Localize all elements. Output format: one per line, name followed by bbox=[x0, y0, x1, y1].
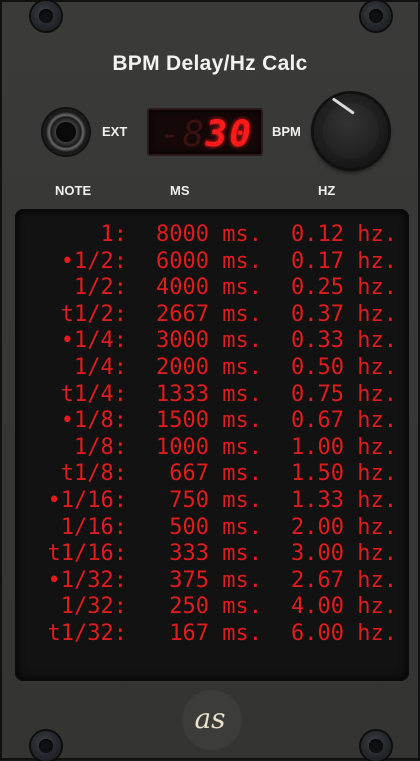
hz-cell: 0.12 hz. bbox=[291, 222, 397, 247]
screw-icon bbox=[31, 731, 61, 761]
ms-cell: 2667 ms. bbox=[156, 301, 262, 327]
ms-cell: 2000 ms. bbox=[156, 355, 262, 380]
hz-cell: 3.00 hz. bbox=[291, 541, 397, 567]
note-cell: •1/8: bbox=[60, 408, 127, 434]
table-row: t1/4: 1333 ms. 0.75 hz. bbox=[17, 382, 407, 409]
ms-cell: 1500 ms. bbox=[156, 408, 262, 434]
ms-cell: 333 ms. bbox=[169, 541, 262, 567]
hz-cell: 1.33 hz. bbox=[291, 488, 397, 513]
hz-cell: 2.67 hz. bbox=[291, 567, 397, 593]
table-row: t1/16: 333 ms. 3.00 hz. bbox=[17, 541, 407, 568]
note-cell: t1/8: bbox=[60, 461, 127, 487]
hz-cell: 0.17 hz. bbox=[291, 248, 397, 274]
bpm-led-ghost-digits: -8 bbox=[159, 114, 207, 155]
table-row: •1/16: 750 ms. 1.33 hz. bbox=[17, 488, 407, 515]
ms-column-header: MS bbox=[170, 183, 190, 198]
bpm-led-display: -8 30 bbox=[147, 108, 263, 156]
ms-cell: 167 ms. bbox=[169, 621, 262, 646]
table-row: 1/8: 1000 ms. 1.00 hz. bbox=[17, 435, 407, 462]
module-panel: BPM Delay/Hz Calc EXT -8 30 BPM NOTE MS … bbox=[0, 0, 420, 761]
hz-cell: 4.00 hz. bbox=[291, 594, 397, 620]
table-row: 1/2: 4000 ms. 0.25 hz. bbox=[17, 275, 407, 302]
hz-cell: 0.25 hz. bbox=[291, 275, 397, 301]
bpm-label: BPM bbox=[272, 124, 301, 139]
bpm-led-value: 30 bbox=[205, 114, 253, 155]
note-column-header: NOTE bbox=[55, 183, 92, 198]
ms-cell: 750 ms. bbox=[169, 488, 262, 513]
ms-cell: 1333 ms. bbox=[156, 381, 262, 407]
table-row: •1/2: 6000 ms. 0.17 hz. bbox=[17, 249, 407, 276]
note-cell: 1/8: bbox=[74, 434, 127, 460]
table-row: •1/4: 3000 ms. 0.33 hz. bbox=[17, 328, 407, 355]
hz-cell: 0.50 hz. bbox=[291, 355, 397, 380]
table-row: •1/32: 375 ms. 2.67 hz. bbox=[17, 568, 407, 595]
note-cell: 1/2: bbox=[74, 275, 127, 301]
table-row: t1/2: 2667 ms. 0.37 hz. bbox=[17, 302, 407, 329]
ext-input-jack[interactable] bbox=[43, 109, 89, 155]
table-row: 1/16: 500 ms. 2.00 hz. bbox=[17, 515, 407, 542]
brand-logo: as bbox=[194, 702, 226, 735]
note-cell: t1/4: bbox=[60, 381, 127, 407]
hz-cell: 2.00 hz. bbox=[291, 514, 397, 540]
screw-icon bbox=[31, 1, 61, 31]
note-cell: 1/16: bbox=[60, 514, 127, 540]
module-title: BPM Delay/Hz Calc bbox=[112, 52, 308, 75]
hz-cell: 0.33 hz. bbox=[291, 328, 397, 354]
screw-icon bbox=[361, 1, 391, 31]
hz-cell: 6.00 hz. bbox=[291, 621, 397, 646]
ms-cell: 3000 ms. bbox=[156, 328, 262, 354]
bpm-knob[interactable] bbox=[314, 94, 388, 168]
table-row: 1: 8000 ms. 0.12 hz. bbox=[17, 222, 407, 249]
note-cell: t1/2: bbox=[60, 301, 127, 327]
table-row: •1/8: 1500 ms. 0.67 hz. bbox=[17, 408, 407, 435]
ext-label: EXT bbox=[102, 124, 128, 139]
note-cell: •1/2: bbox=[60, 248, 127, 274]
ms-cell: 500 ms. bbox=[169, 514, 262, 540]
note-cell: 1/32: bbox=[60, 594, 127, 620]
hz-cell: 0.75 hz. bbox=[291, 381, 397, 407]
screw-icon bbox=[361, 731, 391, 761]
note-cell: •1/16: bbox=[47, 488, 127, 513]
table-row: t1/32: 167 ms. 6.00 hz. bbox=[17, 621, 407, 648]
hz-cell: 1.50 hz. bbox=[291, 461, 397, 487]
ms-cell: 6000 ms. bbox=[156, 248, 262, 274]
note-cell: 1: bbox=[100, 222, 128, 247]
hz-cell: 0.37 hz. bbox=[291, 301, 397, 327]
note-cell: •1/4: bbox=[60, 328, 127, 354]
ms-cell: 1000 ms. bbox=[156, 434, 262, 460]
ms-cell: 375 ms. bbox=[169, 567, 262, 593]
hz-column-header: HZ bbox=[318, 183, 336, 198]
ms-cell: 667 ms. bbox=[169, 461, 262, 487]
ms-cell: 8000 ms. bbox=[156, 222, 262, 247]
note-cell: t1/32: bbox=[47, 621, 127, 646]
table-row: 1/4: 2000 ms. 0.50 hz. bbox=[17, 355, 407, 382]
note-cell: t1/16: bbox=[47, 541, 127, 567]
table-row: t1/8: 667 ms. 1.50 hz. bbox=[17, 461, 407, 488]
results-display: 1: 8000 ms. 0.12 hz. •1/2: 6000 ms. 0.17 hz. 1… bbox=[15, 209, 409, 681]
note-cell: 1/4: bbox=[74, 355, 127, 380]
hz-cell: 1.00 hz. bbox=[291, 434, 397, 460]
table-row: 1/32: 250 ms. 4.00 hz. bbox=[17, 594, 407, 621]
ms-cell: 250 ms. bbox=[169, 594, 262, 620]
ms-cell: 4000 ms. bbox=[156, 275, 262, 301]
hz-cell: 0.67 hz. bbox=[291, 408, 397, 434]
note-cell: •1/32: bbox=[47, 567, 127, 593]
